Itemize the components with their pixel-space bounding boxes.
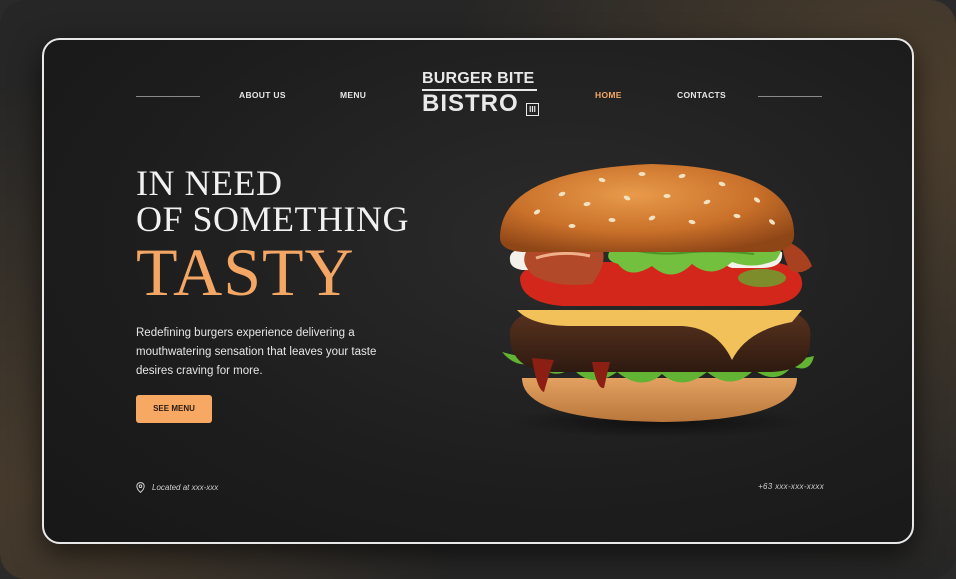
nav-contacts[interactable]: CONTACTS bbox=[677, 90, 726, 100]
logo-line-2: BISTRO bbox=[422, 90, 519, 117]
hero-headline: IN NEED OF SOMETHING TASTY bbox=[136, 165, 409, 307]
location-info: Located at xxx-xxx bbox=[136, 482, 218, 493]
landing-card: ABOUT US MENU BURGER BITE BISTRO III HOM… bbox=[42, 38, 914, 544]
nav-about-us[interactable]: ABOUT US bbox=[239, 90, 286, 100]
headline-line-1: IN NEED bbox=[136, 163, 283, 203]
nav-divider-left bbox=[136, 96, 200, 97]
nav-home[interactable]: HOME bbox=[595, 90, 622, 100]
headline-line-2: OF SOMETHING bbox=[136, 199, 410, 239]
headline-accent: TASTY bbox=[136, 234, 355, 310]
see-menu-button[interactable]: SEE MENU bbox=[136, 395, 212, 423]
logo-line-1: BURGER BITE bbox=[422, 70, 535, 87]
nav-divider-right bbox=[758, 96, 822, 97]
location-pin-icon bbox=[136, 482, 145, 493]
phone-number[interactable]: +63 xxx-xxx-xxxx bbox=[758, 482, 824, 491]
location-text: Located at xxx-xxx bbox=[152, 483, 219, 492]
hero-description: Redefining burgers experience delivering… bbox=[136, 327, 377, 377]
brand-logo[interactable]: BURGER BITE BISTRO III bbox=[422, 70, 539, 118]
nav-menu[interactable]: MENU bbox=[340, 90, 366, 100]
app-frame: ABOUT US MENU BURGER BITE BISTRO III HOM… bbox=[0, 0, 956, 579]
logo-badge: III bbox=[526, 103, 539, 116]
burger-image bbox=[500, 164, 814, 438]
